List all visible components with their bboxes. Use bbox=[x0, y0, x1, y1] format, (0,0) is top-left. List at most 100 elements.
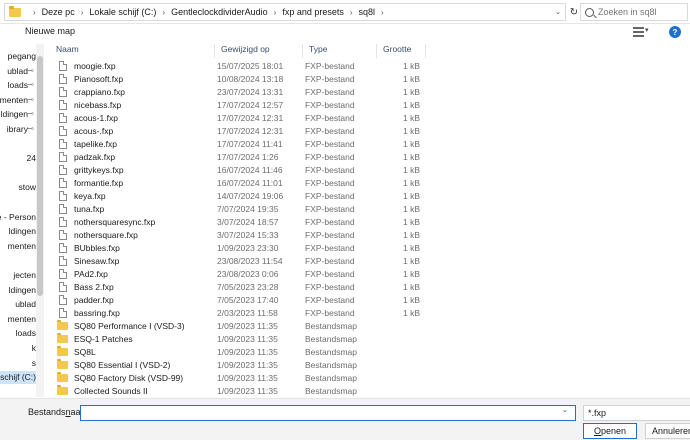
nav-item[interactable] bbox=[0, 196, 36, 209]
bottom-panel: Bestandsnaam: ⌄ *.fxp Openen Annuleren bbox=[0, 398, 690, 440]
search-input[interactable] bbox=[598, 7, 688, 17]
new-folder-button[interactable]: Nieuwe map bbox=[25, 26, 75, 36]
nav-item[interactable]: ublad ⊸ bbox=[0, 65, 36, 78]
column-header-date[interactable]: Gewijzigd op bbox=[215, 44, 303, 58]
nav-item[interactable]: pegang bbox=[0, 50, 36, 63]
folder-row[interactable]: SQ80 Performance I (VSD-3) 1/09/2023 11:3… bbox=[50, 320, 426, 333]
nav-item[interactable] bbox=[0, 138, 36, 151]
file-size: 1 kB bbox=[402, 282, 420, 292]
nav-item-label: loads bbox=[7, 80, 28, 91]
nav-item[interactable]: e schijf (C:) bbox=[0, 371, 36, 385]
nav-item[interactable]: 24 bbox=[0, 152, 36, 165]
file-row[interactable]: formantie.fxp 16/07/2024 11:01 FXP-bestand… bbox=[50, 177, 426, 190]
file-row[interactable]: Bass 2.fxp 7/05/2023 23:28 FXP-bestand 1 kB bbox=[50, 281, 426, 294]
nav-item[interactable]: s bbox=[0, 357, 36, 370]
view-options-icon[interactable] bbox=[633, 27, 644, 37]
nav-item[interactable]: menten bbox=[0, 240, 36, 253]
breadcrumb-item[interactable]: Deze pc bbox=[42, 7, 75, 17]
filename-dropdown-icon[interactable]: ⌄ bbox=[562, 406, 568, 414]
file-list-scrollbar[interactable] bbox=[680, 44, 690, 397]
cancel-button[interactable]: Annuleren bbox=[645, 423, 690, 439]
breadcrumb-separator-icon[interactable]: › bbox=[274, 8, 277, 17]
file-row[interactable]: nicebass.fxp 17/07/2024 12:57 FXP-bestand 1… bbox=[50, 99, 426, 112]
file-date: 7/05/2023 17:40 bbox=[217, 295, 279, 305]
breadcrumb-separator-icon[interactable]: › bbox=[350, 8, 353, 17]
file-row[interactable]: padzak.fxp 17/07/2024 1:26 FXP-bestand 1 kB bbox=[50, 151, 426, 164]
file-size: 1 kB bbox=[402, 126, 420, 136]
view-dropdown-icon[interactable]: ▾ bbox=[645, 26, 649, 34]
nav-item[interactable]: loads ⊸ bbox=[0, 79, 36, 92]
file-type-filter[interactable]: *.fxp bbox=[583, 405, 690, 421]
breadcrumb-separator-icon[interactable]: › bbox=[81, 8, 84, 17]
file-row[interactable]: bassring.fxp 2/03/2023 11:58 FXP-bestand 1 … bbox=[50, 307, 426, 320]
address-bar[interactable]: › Deze pc › Lokale schijf (C:) › Gentleclockd… bbox=[4, 3, 566, 21]
nav-item[interactable]: ldingen bbox=[0, 284, 36, 297]
file-date: 14/07/2024 19:06 bbox=[217, 191, 284, 201]
file-row[interactable]: nothersquaresync.fxp 3/07/2024 18:57 FXP-b… bbox=[50, 216, 426, 229]
file-row[interactable]: BUbbles.fxp 1/09/2023 23:30 FXP-bestand 1 k… bbox=[50, 242, 426, 255]
breadcrumb-item[interactable]: GentleclockdividerAudio bbox=[171, 7, 268, 17]
folder-row[interactable]: Collected Sounds II 1/09/2023 11:35 Bestan… bbox=[50, 385, 426, 398]
breadcrumb-separator-icon[interactable]: › bbox=[381, 8, 384, 17]
column-header-type[interactable]: Type bbox=[303, 44, 377, 58]
navigation-scrollbar-thumb[interactable] bbox=[37, 56, 43, 296]
file-name: grittykeys.fxp bbox=[74, 165, 124, 175]
folder-row[interactable]: SQ80 Factory Disk (VSD-99) 1/09/2023 11:3… bbox=[50, 372, 426, 385]
file-row[interactable]: nothersquare.fxp 3/07/2024 15:33 FXP-besta… bbox=[50, 229, 426, 242]
help-icon[interactable]: ? bbox=[669, 26, 681, 38]
file-row[interactable]: grittykeys.fxp 16/07/2024 11:46 FXP-bestan… bbox=[50, 164, 426, 177]
file-name: SQ8L bbox=[74, 347, 96, 357]
breadcrumb-item[interactable]: Lokale schijf (C:) bbox=[89, 7, 156, 17]
file-date: 10/08/2024 13:18 bbox=[217, 74, 284, 84]
nav-item-label: 24 bbox=[26, 153, 36, 164]
file-row[interactable]: tapelike.fxp 17/07/2024 11:41 FXP-bestand 1… bbox=[50, 138, 426, 151]
file-date: 7/07/2024 19:35 bbox=[217, 204, 279, 214]
file-name: SQ80 Factory Disk (VSD-99) bbox=[74, 373, 184, 383]
file-row[interactable]: moogie.fxp 15/07/2025 18:01 FXP-bestand 1 k… bbox=[50, 60, 426, 73]
file-row[interactable]: tuna.fxp 7/07/2024 19:35 FXP-bestand 1 kB bbox=[50, 203, 426, 216]
nav-item-label: e schijf (C:) bbox=[0, 372, 36, 383]
nav-item[interactable]: ibrary ⊸ bbox=[0, 123, 36, 136]
breadcrumb-item[interactable]: fxp and presets bbox=[282, 7, 344, 17]
folder-row[interactable]: SQ80 Essential I (VSD-2) 1/09/2023 11:35 B… bbox=[50, 359, 426, 372]
column-header-name[interactable]: Naam bbox=[50, 44, 215, 58]
nav-item[interactable]: jecten bbox=[0, 269, 36, 282]
nav-item[interactable]: stow bbox=[0, 181, 36, 194]
address-dropdown-icon[interactable]: ⌄ bbox=[551, 4, 565, 20]
folder-row[interactable]: ESQ-1 Patches 1/09/2023 11:35 Bestandsmap bbox=[50, 333, 426, 346]
nav-item[interactable]: menten bbox=[0, 313, 36, 326]
file-date: 7/05/2023 23:28 bbox=[217, 282, 279, 292]
nav-item[interactable]: k bbox=[0, 342, 36, 355]
file-row[interactable]: acous-1.fxp 17/07/2024 12:31 FXP-bestand 1 … bbox=[50, 112, 426, 125]
nav-item-label: menten bbox=[0, 94, 28, 105]
filename-input[interactable] bbox=[80, 405, 576, 421]
nav-item[interactable]: ve - Person bbox=[0, 211, 36, 224]
breadcrumb-item[interactable]: sq8l bbox=[359, 7, 376, 17]
nav-item[interactable]: menten ⊸ bbox=[0, 94, 36, 107]
nav-item[interactable] bbox=[0, 167, 36, 180]
file-row[interactable]: padder.fxp 7/05/2023 17:40 FXP-bestand 1 kB bbox=[50, 294, 426, 307]
column-header-size[interactable]: Grootte bbox=[377, 44, 426, 58]
search-box[interactable] bbox=[580, 3, 688, 21]
file-row[interactable]: Pianosoft.fxp 10/08/2024 13:18 FXP-bestand… bbox=[50, 73, 426, 86]
file-row[interactable]: keya.fxp 14/07/2024 19:06 FXP-bestand 1 kB bbox=[50, 190, 426, 203]
file-name: SQ80 Performance I (VSD-3) bbox=[74, 321, 185, 331]
nav-item[interactable] bbox=[0, 254, 36, 267]
file-date: 1/09/2023 11:35 bbox=[217, 334, 278, 344]
open-button[interactable]: Openen bbox=[583, 423, 637, 439]
nav-item[interactable]: loads bbox=[0, 327, 36, 340]
breadcrumb-separator-icon[interactable]: › bbox=[162, 8, 165, 17]
breadcrumb-separator-icon[interactable]: › bbox=[33, 8, 36, 17]
file-row[interactable]: acous-.fxp 17/07/2024 12:31 FXP-bestand 1 k… bbox=[50, 125, 426, 138]
file-row[interactable]: Sinesaw.fxp 23/08/2023 11:54 FXP-bestand 1 … bbox=[50, 255, 426, 268]
file-row[interactable]: crappiano.fxp 23/07/2024 13:31 FXP-bestand… bbox=[50, 86, 426, 99]
file-date: 1/09/2023 11:35 bbox=[217, 386, 278, 396]
nav-item[interactable]: ublad bbox=[0, 298, 36, 311]
nav-item[interactable]: ldingen ⊸ bbox=[0, 108, 36, 121]
file-type: FXP-bestand bbox=[305, 139, 355, 149]
file-icon bbox=[59, 139, 67, 149]
navigation-scrollbar[interactable] bbox=[36, 44, 44, 397]
nav-item[interactable]: ldingen bbox=[0, 225, 36, 238]
folder-row[interactable]: SQ8L 1/09/2023 11:35 Bestandsmap bbox=[50, 346, 426, 359]
file-row[interactable]: PAd2.fxp 23/08/2023 0:06 FXP-bestand 1 kB bbox=[50, 268, 426, 281]
